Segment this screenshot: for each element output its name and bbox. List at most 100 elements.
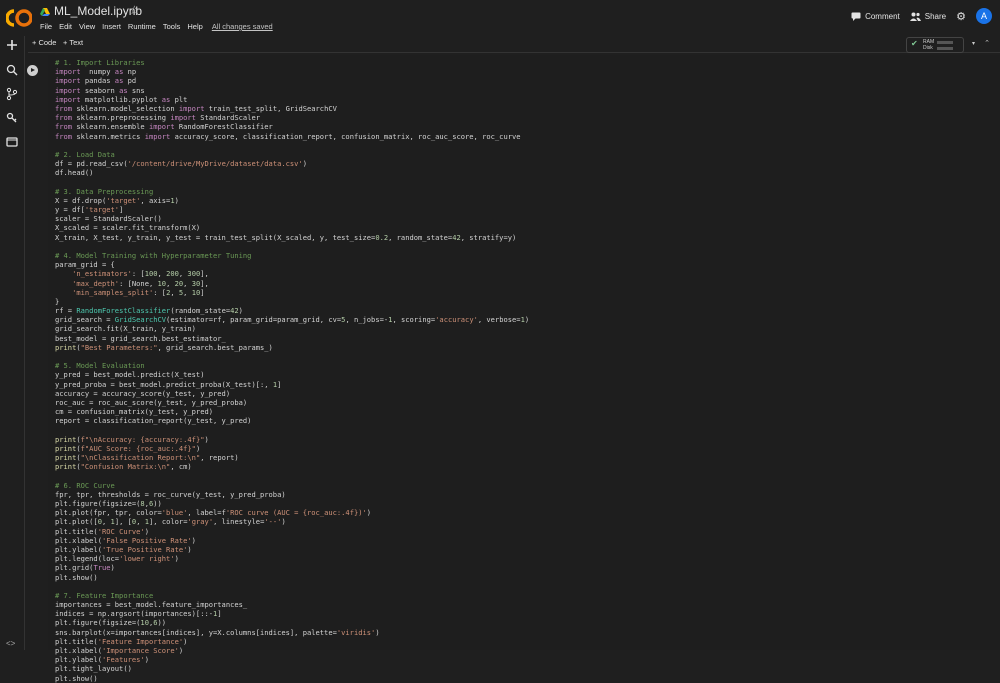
code-line: X_scaled = scaler.fit_transform(X) — [55, 223, 529, 232]
code-line: best_model = grid_search.best_estimator_ — [55, 334, 529, 343]
code-line: # 2. Load Data — [55, 150, 529, 159]
code-line: scaler = StandardScaler() — [55, 214, 529, 223]
secrets-key-icon[interactable] — [5, 111, 19, 125]
code-token: 'False Positive Rate' — [101, 535, 192, 545]
share-button[interactable]: Share — [909, 12, 946, 21]
code-token: # 3. Data Preprocessing — [55, 186, 154, 196]
collapse-icon[interactable]: ⌃ — [984, 39, 990, 47]
code-line: indices = np.argsort(importances)[::-1] — [55, 609, 529, 618]
add-text-button[interactable]: + Text — [63, 38, 83, 47]
code-token: ], [ — [114, 517, 132, 527]
code-line: import seaborn as sns — [55, 86, 529, 95]
code-line: } — [55, 297, 529, 306]
code-line: df.head() — [55, 168, 529, 177]
code-line: grid_search.fit(X_train, y_train) — [55, 324, 529, 333]
menu-edit[interactable]: Edit — [59, 22, 72, 31]
code-line: cm = confusion_matrix(y_test, y_pred) — [55, 407, 529, 416]
code-token: indices = np.argsort(importances)[::- — [55, 609, 214, 619]
code-cell-content[interactable]: # 1. Import Libraries import numpy as np i… — [55, 58, 529, 683]
gear-icon[interactable]: ⚙ — [956, 10, 966, 23]
code-token: ) — [144, 655, 149, 665]
expand-code-icon[interactable]: <> — [6, 639, 15, 648]
drive-icon — [40, 8, 50, 16]
menu-view[interactable]: View — [79, 22, 95, 31]
code-token: param_grid = { — [55, 260, 115, 270]
code-token: importances = best_model.feature_importa… — [55, 600, 248, 610]
code-line: print("\nClassification Report:\n", repo… — [55, 453, 529, 462]
code-token: ] — [119, 205, 124, 214]
code-token: : [None, — [119, 278, 158, 288]
code-token: as — [119, 85, 128, 95]
avatar[interactable]: A — [976, 8, 992, 24]
code-token: GridSearchCV — [114, 315, 167, 325]
code-line: y_pred_proba = best_model.predict_proba(… — [55, 380, 529, 389]
menu-file[interactable]: File — [40, 22, 52, 31]
header-actions: Comment Share ⚙ A — [851, 8, 992, 24]
add-icon[interactable] — [5, 38, 19, 52]
code-token: from — [55, 113, 73, 123]
save-status[interactable]: All changes saved — [212, 22, 273, 31]
code-token: sklearn.metrics — [72, 131, 145, 141]
code-line: sns.barplot(x=importances[indices], y=X.… — [55, 628, 529, 637]
code-line: grid_search = GridSearchCV(estimator=rf,… — [55, 315, 529, 324]
code-token: ) — [375, 627, 380, 637]
files-folder-icon[interactable] — [5, 135, 19, 149]
code-token: ) — [366, 508, 372, 518]
comment-button[interactable]: Comment — [851, 12, 900, 21]
code-line: # 7. Feature Importance — [55, 591, 529, 600]
menu-runtime[interactable]: Runtime — [128, 22, 156, 31]
code-token: accuracy_score, classification_report, c… — [170, 131, 521, 141]
code-token: pandas — [80, 76, 115, 86]
code-line: y = df['target'] — [55, 205, 529, 214]
add-code-button[interactable]: + Code — [32, 38, 56, 47]
menu-tools[interactable]: Tools — [163, 22, 181, 31]
code-token: # 4. Model Training with Hyperparameter … — [55, 250, 252, 260]
code-token: import — [178, 103, 205, 113]
code-token: print — [55, 462, 77, 472]
code-token: ) — [204, 434, 209, 444]
code-line: fpr, tpr, thresholds = roc_curve(y_test,… — [55, 490, 529, 499]
colab-logo-icon[interactable] — [6, 6, 32, 30]
left-rail: <> — [0, 36, 25, 650]
variables-icon[interactable] — [5, 87, 19, 101]
code-token: pd — [123, 76, 137, 86]
code-line: plt.plot(fpr, tpr, color='blue', label=f… — [55, 508, 529, 517]
menu-help[interactable]: Help — [187, 22, 202, 31]
code-line: accuracy = accuracy_score(y_test, y_pred… — [55, 389, 529, 398]
code-token: 'target' — [84, 205, 120, 214]
code-line: plt.plot([0, 1], [0, 1], color='gray', l… — [55, 517, 529, 526]
code-token: (random_state= — [170, 306, 231, 316]
code-token: "Best Parameters:" — [80, 342, 158, 352]
code-line: param_grid = { — [55, 260, 529, 269]
code-token: plt.title( — [55, 636, 98, 646]
code-token: 'n_estimators' — [72, 269, 132, 279]
code-token: import — [144, 131, 171, 141]
code-token: print — [55, 443, 77, 453]
run-cell-button[interactable] — [27, 65, 38, 76]
code-token: 0.2 — [375, 232, 389, 242]
code-token: ) — [524, 315, 530, 325]
code-token: , — [183, 278, 192, 288]
code-line: plt.xlabel('False Positive Rate') — [55, 536, 529, 545]
code-token: import — [170, 113, 196, 123]
code-token: ) — [302, 159, 307, 169]
code-token: rf = — [55, 306, 77, 316]
star-icon[interactable]: ☆ — [129, 3, 140, 17]
code-token: matplotlib.pyplot — [80, 94, 162, 104]
code-token: plt.ylabel( — [55, 544, 102, 554]
code-token: , — [183, 287, 192, 297]
resource-indicator[interactable]: ✔ RAM Disk ▾ — [906, 37, 975, 53]
code-token: StandardScaler — [195, 113, 261, 123]
code-token: X_scaled = scaler.fit_transform(X) — [55, 223, 201, 233]
code-token: plt.figure(figsize=( — [55, 499, 141, 508]
code-token: , scoring= — [392, 315, 436, 325]
code-token: , random_state= — [388, 232, 453, 242]
code-line: y_pred = best_model.predict(X_test) — [55, 370, 529, 379]
search-icon[interactable] — [5, 63, 19, 77]
code-line: plt.legend(loc='lower right') — [55, 554, 529, 563]
chevron-down-icon[interactable]: ▾ — [972, 40, 975, 47]
code-token: 10 — [191, 287, 201, 297]
menu-insert[interactable]: Insert — [102, 22, 121, 31]
